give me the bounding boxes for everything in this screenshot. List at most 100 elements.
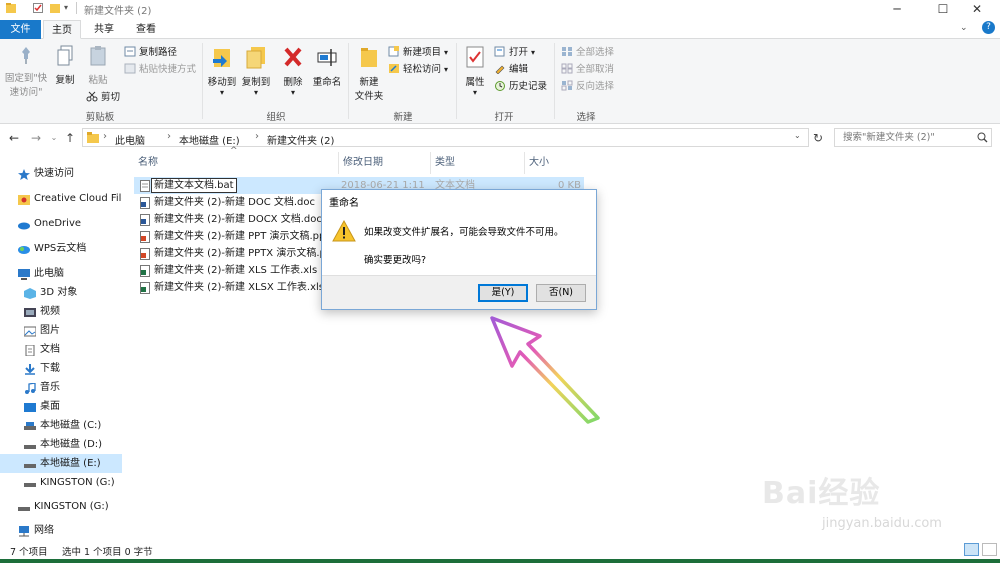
breadcrumb-this-pc[interactable]: 此电脑: [115, 132, 145, 147]
nav-item-label: 桌面: [40, 401, 60, 412]
select-all-button[interactable]: 全部选择: [561, 44, 614, 61]
nav-item-label: KINGSTON (G:): [34, 501, 109, 512]
nav-item-onedrive[interactable]: OneDrive: [0, 214, 122, 233]
nav-item-videos[interactable]: 视频: [0, 302, 122, 321]
nav-item-quick-access[interactable]: 快速访问: [0, 164, 122, 183]
row-name: 新建文件夹 (2)-新建 PPT 演示文稿.ppt: [154, 231, 330, 242]
search-input[interactable]: 搜索"新建文件夹 (2)": [834, 128, 992, 147]
delete-button[interactable]: 删除 ▾: [280, 41, 306, 97]
new-item-label: 新建项目: [403, 47, 442, 58]
select-none-button[interactable]: 全部取消: [561, 61, 614, 78]
back-arrow-icon[interactable]: ←: [6, 130, 22, 146]
easy-access-button[interactable]: 轻松访问 ▾: [388, 61, 448, 78]
paste-shortcut-button[interactable]: 粘贴快捷方式: [124, 61, 196, 78]
select-all-icon: [561, 46, 573, 57]
pin-quick-access-button[interactable]: 固定到"快 速访问": [3, 41, 49, 98]
tab-file[interactable]: 文件: [0, 20, 41, 39]
nav-item-label: Creative Cloud Files: [34, 193, 122, 204]
move-to-label: 移动到: [207, 77, 237, 88]
quick-access-dropdown-icon[interactable]: ▾: [64, 3, 68, 12]
recent-locations-chevron-icon[interactable]: ⌄: [46, 130, 62, 146]
row-name: 新建文件夹 (2)-新建 PPTX 演示文稿.pptx: [154, 248, 343, 259]
refresh-icon[interactable]: ↻: [810, 130, 826, 146]
3d-objects-icon: [24, 287, 36, 299]
column-header-size[interactable]: 大小: [524, 152, 584, 174]
new-folder-quick-icon[interactable]: [49, 2, 61, 14]
invert-selection-button[interactable]: 反向选择: [561, 78, 614, 95]
copy-label: 复制: [55, 75, 75, 86]
no-button[interactable]: 否(N): [536, 284, 586, 302]
details-view-icon[interactable]: [964, 543, 979, 556]
properties-button[interactable]: 属性 ▾: [460, 41, 490, 97]
rename-button[interactable]: 重命名: [310, 41, 344, 88]
pictures-icon: [23, 325, 37, 337]
nav-item-this-pc[interactable]: 此电脑: [0, 264, 122, 283]
rename-input[interactable]: 新建文本文档.bat: [151, 178, 237, 193]
nav-item-3d-objects[interactable]: 3D 对象: [0, 283, 122, 302]
copy-button[interactable]: 复制: [50, 41, 80, 86]
video-icon: [24, 306, 36, 317]
address-bar[interactable]: › 此电脑 › 本地磁盘 (E:) › 新建文件夹 (2) ⌄: [82, 128, 809, 147]
nav-item-network[interactable]: 网络: [0, 521, 122, 540]
address-dropdown-icon[interactable]: ⌄: [794, 131, 801, 140]
nav-item-documents[interactable]: 文档: [0, 340, 122, 359]
cut-label: 剪切: [101, 92, 121, 103]
nav-item-wps-cloud[interactable]: WPS云文档: [0, 239, 122, 258]
new-item-button[interactable]: 新建项目 ▾: [388, 44, 448, 61]
properties-quick-icon[interactable]: [32, 2, 44, 14]
nav-item-creative-cloud[interactable]: Creative Cloud Files: [0, 189, 122, 208]
invert-selection-label: 反向选择: [576, 81, 615, 92]
column-header-date[interactable]: 修改日期: [338, 152, 430, 174]
nav-item-drive-d[interactable]: 本地磁盘 (D:): [0, 435, 122, 454]
move-to-icon: [206, 45, 238, 72]
edit-button[interactable]: 编辑: [494, 61, 528, 78]
group-divider: [554, 43, 555, 119]
excel-xls-icon: [140, 265, 150, 277]
column-header-type[interactable]: 类型: [430, 152, 524, 174]
forward-arrow-icon[interactable]: →: [28, 130, 44, 146]
nav-item-desktop[interactable]: 桌面: [0, 397, 122, 416]
nav-item-music[interactable]: 音乐: [0, 378, 122, 397]
new-folder-button[interactable]: 新建 文件夹: [352, 41, 386, 102]
group-label-new: 新建: [393, 112, 413, 123]
paste-label: 粘贴: [88, 75, 108, 86]
nav-item-label: 本地磁盘 (E:): [40, 458, 101, 469]
nav-item-label: 视频: [40, 306, 60, 317]
nav-item-kingston-g[interactable]: KINGSTON (G:): [0, 473, 122, 492]
tab-home[interactable]: 主页: [43, 20, 81, 39]
select-none-label: 全部取消: [576, 64, 615, 75]
breadcrumb-separator-icon: ›: [255, 131, 259, 142]
cut-button[interactable]: 剪切: [86, 89, 120, 106]
breadcrumb-current-folder[interactable]: 新建文件夹 (2): [267, 132, 334, 147]
paste-button[interactable]: 粘贴: [82, 41, 114, 86]
word-doc-icon: [140, 197, 150, 209]
tab-view[interactable]: 查看: [126, 20, 166, 39]
help-icon[interactable]: ?: [982, 21, 995, 34]
copy-to-button[interactable]: 复制到 ▾: [240, 41, 272, 97]
tab-share[interactable]: 共享: [84, 20, 124, 39]
nav-item-drive-e[interactable]: 本地磁盘 (E:): [0, 454, 122, 473]
onedrive-icon: [18, 218, 30, 230]
nav-item-pictures[interactable]: 图片: [0, 321, 122, 340]
yes-button[interactable]: 是(Y): [478, 284, 528, 302]
move-to-dropdown-icon: ▾: [219, 88, 224, 97]
edit-icon: [494, 63, 506, 75]
history-button[interactable]: 历史记录: [494, 78, 547, 95]
close-button[interactable]: ✕: [954, 0, 1000, 18]
open-button[interactable]: 打开 ▾: [494, 44, 535, 61]
up-arrow-icon[interactable]: ↑: [62, 130, 78, 146]
nav-item-downloads[interactable]: 下载: [0, 359, 122, 378]
large-icons-view-icon[interactable]: [982, 543, 997, 556]
history-icon: [494, 80, 506, 91]
column-header-name[interactable]: 名称: [134, 152, 338, 174]
nav-item-drive-c[interactable]: 本地磁盘 (C:): [0, 416, 122, 435]
text-file-icon: [140, 180, 150, 192]
breadcrumb-drive-e[interactable]: 本地磁盘 (E:): [179, 132, 240, 147]
move-to-button[interactable]: 移动到 ▾: [206, 41, 238, 97]
copy-path-button[interactable]: 复制路径: [124, 44, 177, 61]
edit-label: 编辑: [509, 64, 529, 75]
rename-label: 重命名: [312, 77, 342, 88]
nav-item-kingston-g-root[interactable]: KINGSTON (G:): [0, 497, 122, 516]
minimize-button[interactable]: ─: [874, 0, 920, 18]
collapse-ribbon-icon[interactable]: ⌄: [960, 23, 968, 33]
